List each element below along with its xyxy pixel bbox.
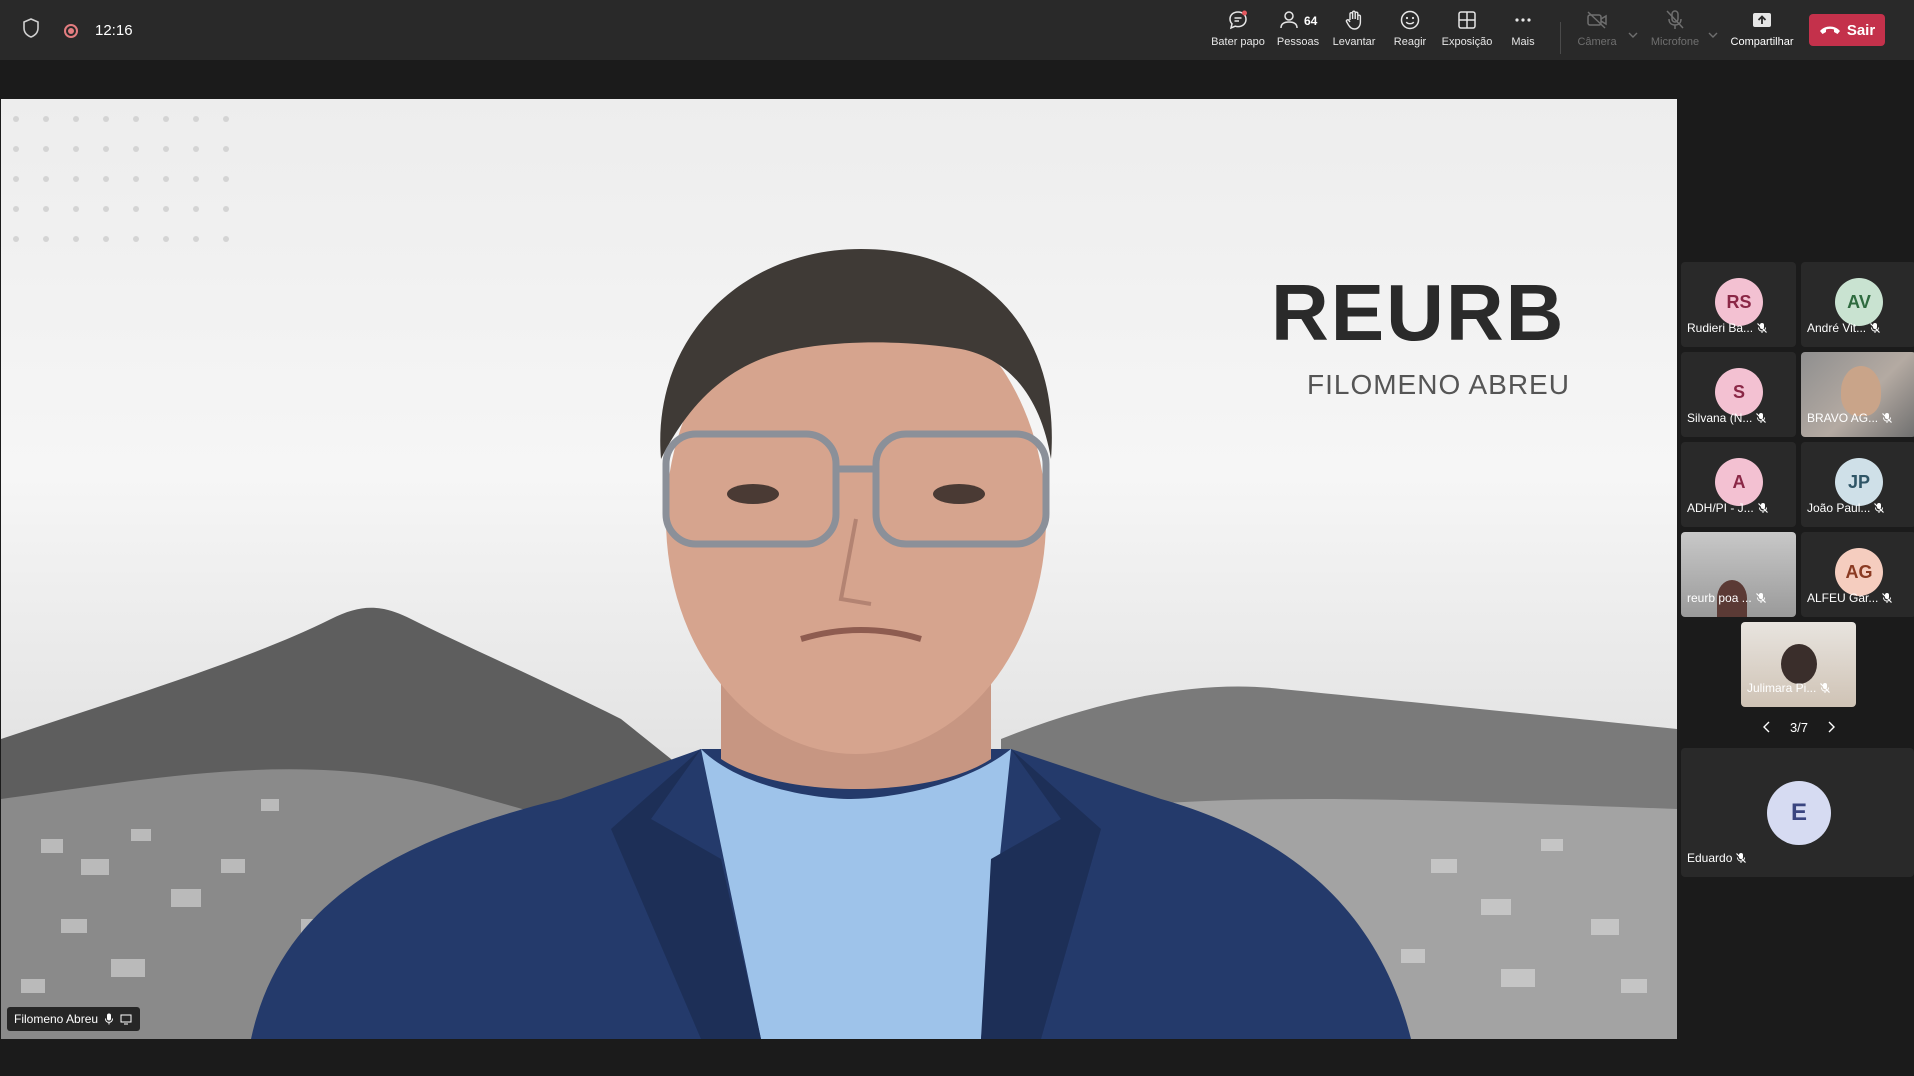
camera-off-icon [1587,11,1607,29]
speaker-video-frame [1,116,1677,1039]
main-video[interactable]: REURB FILOMENO ABREU Filomeno Abreu [1,99,1677,1039]
microphone-label: Microfone [1650,36,1700,48]
participant-tile[interactable]: AV André Vit... [1801,262,1914,347]
microphone-button[interactable]: Microfone [1643,8,1707,54]
avatar: AV [1835,278,1883,326]
grid-icon [1458,11,1476,29]
hangup-icon [1819,26,1840,34]
mic-off-icon [1666,10,1684,29]
camera-label: Câmera [1577,36,1617,48]
people-label: Pessoas [1276,36,1320,48]
mic-muted-icon [1820,683,1831,693]
more-icon [1515,18,1531,22]
raise-hand-label: Levantar [1332,36,1376,48]
chevron-right-icon[interactable] [1826,721,1836,733]
speaker-name-tag: Filomeno Abreu [7,1007,141,1031]
leave-button[interactable]: Sair [1809,14,1885,46]
participant-name: reurb poa ... [1687,591,1752,605]
mic-muted-icon [1756,413,1767,423]
participant-name: ADH/PI - J... [1687,501,1754,515]
chat-icon [1229,10,1247,30]
participant-tile[interactable]: S Silvana (N... [1681,352,1796,437]
participant-tile-video[interactable]: reurb poa ... [1681,532,1796,617]
participant-name: Silvana (N... [1687,411,1753,425]
avatar: AG [1835,548,1883,596]
meeting-toolbar: 12:16 Bater papo 64 Pessoas Levantar Rea… [0,0,1914,60]
page-indicator: 3/7 [1789,719,1809,735]
gallery-pager: 3/7 [1762,716,1836,738]
slide-subtitle: FILOMENO ABREU [1307,369,1570,400]
camera-options-chevron-icon[interactable] [1627,30,1639,40]
avatar: A [1715,458,1763,506]
mic-muted-icon [1736,853,1747,863]
slide-title: REURB [1271,268,1566,357]
mic-muted-icon [1882,413,1893,423]
participant-tile[interactable]: AG ALFEU Gar... [1801,532,1914,617]
mic-muted-icon [1757,323,1767,333]
mic-muted-icon [1870,323,1881,333]
mic-muted-icon [1755,593,1766,603]
smile-icon [1400,10,1420,30]
people-count: 64 [1304,14,1318,28]
featured-participant-tile[interactable]: E Eduardo [1681,748,1914,877]
participant-name: ALFEU Gar... [1807,591,1879,605]
raise-hand-button[interactable]: Levantar [1322,8,1386,54]
mic-muted-icon [1874,503,1885,513]
avatar: RS [1715,278,1763,326]
participant-video-thumbnail [1781,644,1817,684]
participant-name: Rudieri Ba... [1687,321,1754,335]
camera-button[interactable]: Câmera [1565,8,1629,54]
dot-pattern [13,116,229,242]
participant-name: Julimara Pi... [1747,681,1817,695]
avatar: S [1715,368,1763,416]
chevron-left-icon[interactable] [1762,721,1772,733]
meeting-timer: 12:16 [95,22,133,39]
screen-share-icon [120,1014,132,1025]
hand-icon [1345,10,1362,30]
leave-label: Sair [1846,21,1876,39]
view-button[interactable]: Exposição [1435,8,1499,54]
mic-options-chevron-icon[interactable] [1707,30,1719,40]
avatar: E [1767,781,1831,845]
participant-name: João Paul... [1807,501,1871,515]
participant-name: Eduardo [1687,851,1733,865]
speaker-name: Filomeno Abreu [14,1012,99,1026]
more-button[interactable]: Mais [1491,8,1555,54]
participant-video-thumbnail [1841,366,1881,416]
share-button[interactable]: Compartilhar [1729,8,1795,54]
people-icon [1280,11,1298,29]
participant-tile[interactable]: JP João Paul... [1801,442,1914,527]
shield-icon[interactable] [22,18,40,43]
view-label: Exposição [1441,36,1493,48]
participant-tile[interactable]: A ADH/PI - J... [1681,442,1796,527]
react-button[interactable]: Reagir [1378,8,1442,54]
mic-muted-icon [1882,593,1893,603]
more-label: Mais [1511,36,1535,48]
mic-muted-icon [1757,503,1768,513]
recording-icon [64,23,78,38]
avatar: JP [1835,458,1883,506]
participant-tile-video[interactable]: BRAVO AG... [1801,352,1914,437]
toolbar-divider [1560,22,1561,54]
mic-icon [105,1013,114,1025]
participant-tile-video[interactable]: Julimara Pi... [1741,622,1856,707]
participant-name: André Vit... [1807,321,1867,335]
react-label: Reagir [1393,36,1427,48]
participant-tile[interactable]: RS Rudieri Ba... [1681,262,1796,347]
people-button[interactable]: 64 Pessoas [1266,8,1330,54]
share-label: Compartilhar [1730,36,1794,48]
share-icon [1753,13,1771,27]
participant-name: BRAVO AG... [1807,411,1879,425]
chat-button[interactable]: Bater papo [1206,8,1270,54]
chat-label: Bater papo [1211,36,1265,48]
